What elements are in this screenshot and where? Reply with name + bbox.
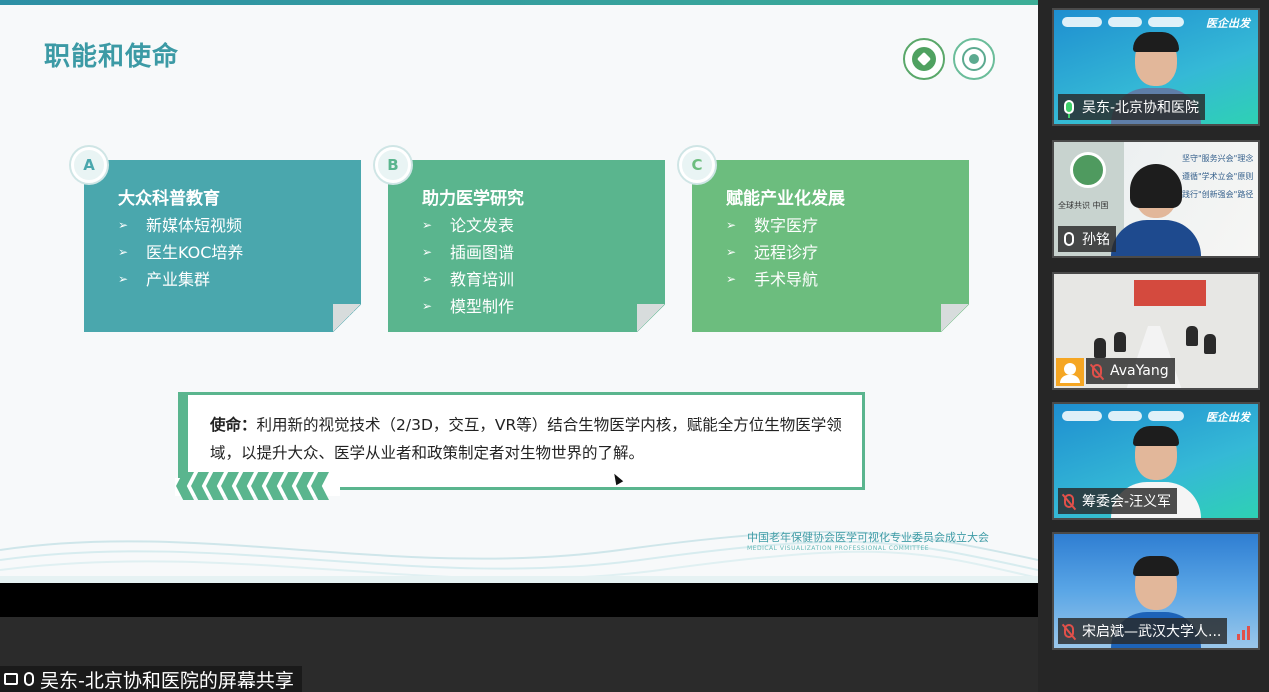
participant-tile[interactable]: 医企出发 吴东-北京协和医院 <box>1052 8 1260 126</box>
list-item: ➢ 手术导航 <box>726 266 818 293</box>
banner-slogan: 医企出发 <box>1206 17 1250 30</box>
card-b: B 助力医学研究 ➢ 论文发表 ➢ 插画图谱 ➢ 教育培训 ➢ 模型制作 <box>375 147 665 332</box>
list-item: ➢ 新媒体短视频 <box>118 212 243 239</box>
microphone-muted-icon <box>1064 624 1074 638</box>
arrow-icon: ➢ <box>118 218 129 232</box>
card-title: 助力医学研究 <box>422 189 524 209</box>
screen-share-icon <box>4 673 18 685</box>
microphone-icon <box>1064 232 1074 246</box>
arrow-icon: ➢ <box>726 245 737 259</box>
meeting-window: 职能和使命 A 大众科普教育 ➢ 新媒体短视频 ➢ 医生KOC培养 ➢ 产业集群 B … <box>0 0 1269 692</box>
microphone-icon <box>24 672 34 686</box>
participant-name-tag: 孙铭 <box>1058 226 1116 252</box>
room-banner <box>1134 280 1206 306</box>
card-c: C 赋能产业化发展 ➢ 数字医疗 ➢ 远程诊疗 ➢ 手术导航 <box>679 147 969 332</box>
avatar <box>1056 358 1084 386</box>
participant-tile[interactable]: 坚守"服务兴会"理念 遵循"学术立会"原则 践行"创新强会"路径 全球共识 中国… <box>1052 140 1260 258</box>
participant-name-tag: 宋启斌—武汉大学人... <box>1058 618 1228 644</box>
microphone-muted-icon <box>1064 494 1074 508</box>
banner-slogan: 医企出发 <box>1206 411 1250 424</box>
slide-letterbox <box>0 583 1038 617</box>
microphone-active-icon <box>1064 100 1074 118</box>
list-item: ➢ 论文发表 <box>422 212 514 239</box>
screen-share-text: 吴东-北京协和医院的屏幕共享 <box>40 669 294 692</box>
background-banner-text: 全球共识 中国 <box>1058 201 1109 210</box>
participant-tile[interactable]: AvaYang <box>1052 272 1260 390</box>
arrow-icon: ➢ <box>422 218 433 232</box>
list-item: ➢ 模型制作 <box>422 293 514 320</box>
card-a: A 大众科普教育 ➢ 新媒体短视频 ➢ 医生KOC培养 ➢ 产业集群 <box>71 147 361 332</box>
slide-title: 职能和使命 <box>44 42 180 72</box>
microphone-muted-icon <box>1092 364 1102 378</box>
participant-tile[interactable]: 医企出发 筹委会-汪义军 <box>1052 402 1260 520</box>
footer-title-cn: 中国老年保健协会医学可视化专业委员会成立大会 <box>747 531 989 544</box>
arrow-icon: ➢ <box>726 272 737 286</box>
committee-logo-icon <box>953 38 995 80</box>
signal-strength-icon <box>1237 626 1250 640</box>
arrow-icon: ➢ <box>422 272 433 286</box>
arrow-icon: ➢ <box>118 272 129 286</box>
emblem-icon <box>1070 152 1106 188</box>
card-title: 赋能产业化发展 <box>726 189 845 209</box>
footer-title-en: MEDICAL VISUALIZATION PROFESSIONAL COMMI… <box>747 545 930 552</box>
shared-slide: 职能和使命 A 大众科普教育 ➢ 新媒体短视频 ➢ 医生KOC培养 ➢ 产业集群 B … <box>0 0 1038 583</box>
chevron-decoration-icon <box>176 472 336 500</box>
screen-share-label[interactable]: 吴东-北京协和医院的屏幕共享 <box>0 666 302 692</box>
list-item: ➢ 医生KOC培养 <box>118 239 243 266</box>
participant-name-tag: 筹委会-汪义军 <box>1058 488 1178 514</box>
list-item: ➢ 教育培训 <box>422 266 514 293</box>
association-logo-icon <box>903 38 945 80</box>
card-title: 大众科普教育 <box>118 189 220 209</box>
participant-name-tag: 吴东-北京协和医院 <box>1058 94 1206 120</box>
card-badge: B <box>375 147 411 183</box>
participant-name-tag: AvaYang <box>1086 358 1175 384</box>
participant-video <box>1111 164 1201 256</box>
mission-statement: 使命：利用新的视觉技术（2/3D，交互，VR等）结合生物医学内核，赋能全方位生物… <box>210 416 842 462</box>
arrow-icon: ➢ <box>422 245 433 259</box>
list-item: ➢ 插画图谱 <box>422 239 514 266</box>
participant-tile[interactable]: 宋启斌—武汉大学人... <box>1052 532 1260 650</box>
list-item: ➢ 产业集群 <box>118 266 243 293</box>
card-badge: A <box>71 147 107 183</box>
list-item: ➢ 远程诊疗 <box>726 239 818 266</box>
arrow-icon: ➢ <box>422 299 433 313</box>
card-badge: C <box>679 147 715 183</box>
slide-top-bar <box>0 0 1038 5</box>
arrow-icon: ➢ <box>118 245 129 259</box>
list-item: ➢ 数字医疗 <box>726 212 818 239</box>
arrow-icon: ➢ <box>726 218 737 232</box>
